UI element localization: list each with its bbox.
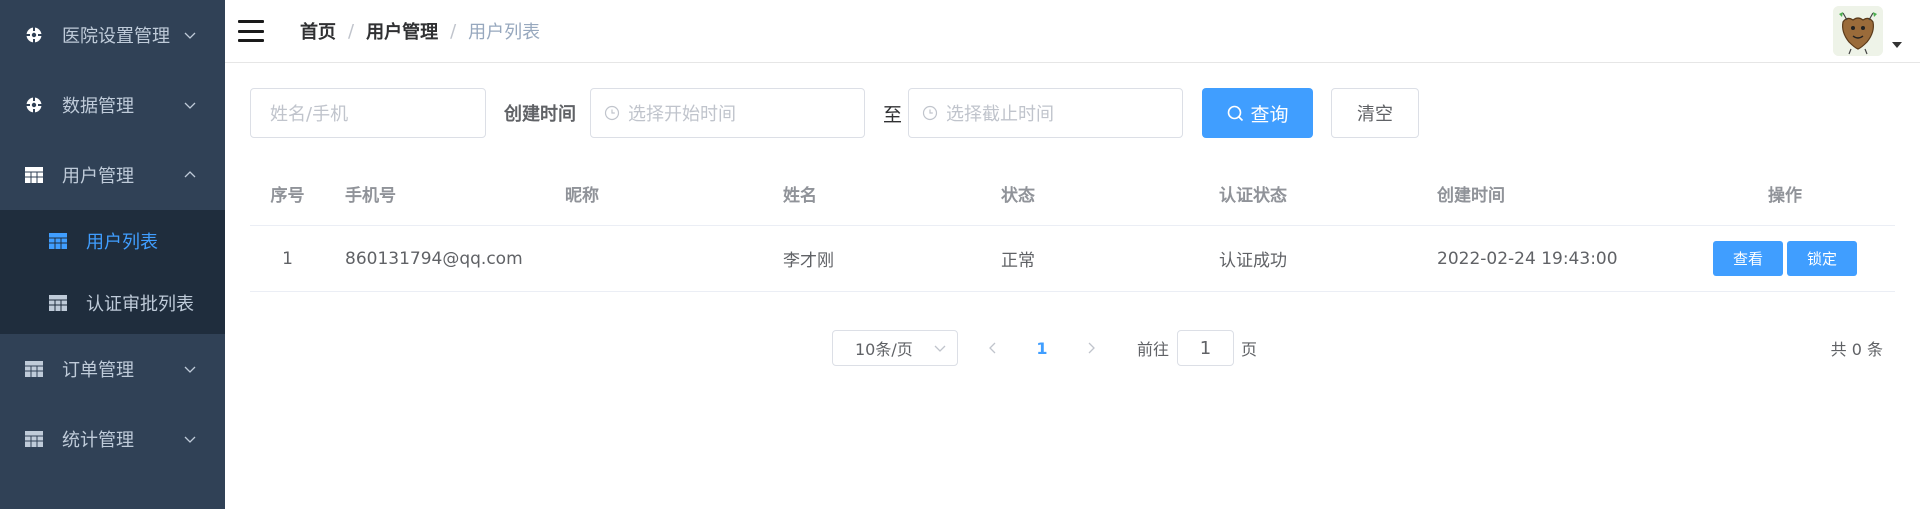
column-header-created: 创建时间: [1437, 185, 1505, 206]
lock-button[interactable]: 锁定: [1787, 241, 1857, 276]
breadcrumb-user-management[interactable]: 用户管理: [366, 18, 438, 44]
table-icon: [48, 293, 68, 313]
name-phone-placeholder: 姓名/手机: [270, 104, 349, 125]
end-time-picker[interactable]: 选择截止时间: [908, 88, 1184, 138]
table-icon: [48, 231, 68, 251]
column-header-index: 序号: [270, 185, 305, 206]
breadcrumb: 首页 / 用户管理 / 用户列表: [300, 18, 540, 44]
breadcrumb-current: 用户列表: [468, 22, 541, 43]
sidebar-item-statistics[interactable]: 统计管理: [0, 404, 225, 474]
navbar: 首页 / 用户管理 / 用户列表: [225, 0, 1920, 63]
table-icon: [24, 165, 44, 185]
column-header-name: 姓名: [783, 185, 817, 206]
caret-down-icon[interactable]: [1892, 42, 1902, 48]
chevron-down-icon: [184, 366, 196, 373]
sidebar-item-label: 用户管理: [62, 166, 134, 187]
table-icon: [24, 359, 44, 379]
goto-page-input[interactable]: 1: [1177, 330, 1235, 366]
cell-auth-status: 认证成功: [1219, 251, 1287, 271]
sidebar-item-auth-approval[interactable]: 认证审批列表: [0, 272, 225, 334]
column-header-status: 状态: [1001, 185, 1035, 206]
table-row: 1 860131794@qq.com 李才刚 正常 认证成功 2022-02-2…: [250, 226, 1895, 292]
table-header: 序号 手机号 昵称 姓名 状态 认证状态 创建时间 操作: [250, 161, 1895, 226]
prev-page-button[interactable]: [978, 330, 1008, 366]
sidebar-item-data[interactable]: 数据管理: [0, 70, 225, 140]
start-time-placeholder: 选择开始时间: [628, 104, 736, 125]
submenu-users: 用户列表 认证审批列表: [0, 210, 225, 334]
column-header-auth-status: 认证状态: [1219, 185, 1287, 206]
user-table: 序号 手机号 昵称 姓名 状态 认证状态 创建时间 操作 1 860131794…: [250, 161, 1895, 292]
column-header-actions: 操作: [1768, 185, 1802, 206]
chevron-right-icon: [1088, 342, 1095, 354]
chevron-down-icon: [184, 32, 196, 39]
target-icon: [24, 95, 44, 115]
chevron-down-icon: [184, 436, 196, 443]
search-icon: [1227, 105, 1243, 121]
breadcrumb-separator: /: [450, 20, 457, 42]
chevron-left-icon: [989, 342, 996, 354]
chevron-down-icon: [934, 345, 946, 352]
view-button[interactable]: 查看: [1713, 241, 1783, 276]
clock-icon: [922, 105, 938, 121]
avatar[interactable]: [1833, 6, 1883, 56]
column-header-phone: 手机号: [345, 185, 396, 206]
to-label: 至: [883, 103, 903, 126]
next-page-button[interactable]: [1076, 330, 1106, 366]
clock-icon: [604, 105, 620, 121]
sidebar-item-label: 数据管理: [62, 96, 134, 117]
page-size-select[interactable]: 10条/页: [832, 330, 958, 366]
sidebar-item-label: 统计管理: [62, 430, 134, 451]
total-count: 共 0 条: [1830, 340, 1883, 359]
goto-label: 前往: [1137, 340, 1170, 359]
sidebar-item-label: 医院设置管理: [62, 26, 170, 47]
sidebar-item-label: 用户列表: [86, 232, 158, 253]
created-time-label: 创建时间: [504, 104, 576, 125]
end-time-placeholder: 选择截止时间: [946, 104, 1055, 125]
page-number[interactable]: 1: [1027, 330, 1057, 366]
sidebar-item-hospital-settings[interactable]: 医院设置管理: [0, 0, 225, 70]
breadcrumb-separator: /: [348, 20, 355, 42]
cell-created: 2022-02-24 19:43:00: [1437, 248, 1618, 269]
page-suffix: 页: [1241, 340, 1258, 359]
target-icon: [24, 25, 44, 45]
main-content: 首页 / 用户管理 / 用户列表 姓名/手机 创建时间 选择开始时间 至 选择截…: [225, 0, 1920, 509]
filter-bar: 姓名/手机 创建时间 选择开始时间 至 选择截止时间 查询 清空: [250, 88, 1420, 138]
clear-button[interactable]: 清空: [1331, 88, 1420, 138]
name-phone-input[interactable]: 姓名/手机: [250, 88, 486, 138]
sidebar-item-orders[interactable]: 订单管理: [0, 334, 225, 404]
cell-status: 正常: [1001, 251, 1035, 271]
user-menu[interactable]: [1833, 6, 1902, 56]
sidebar-item-label: 订单管理: [62, 360, 134, 381]
cell-index: 1: [282, 248, 293, 269]
pagination: 10条/页 1 前往 1 页: [832, 330, 1257, 366]
sidebar-item-users[interactable]: 用户管理: [0, 140, 225, 210]
sidebar: 医院设置管理 数据管理 用户管理 用户列表 认证审批列表 订单管理 统计管理: [0, 0, 225, 509]
sidebar-item-label: 认证审批列表: [86, 294, 194, 315]
cell-actions: 查看 锁定: [1675, 241, 1895, 276]
query-button[interactable]: 查询: [1202, 88, 1314, 138]
start-time-picker[interactable]: 选择开始时间: [590, 88, 865, 138]
column-header-nickname: 昵称: [565, 185, 599, 206]
table-icon: [24, 429, 44, 449]
hamburger-icon[interactable]: [238, 20, 264, 42]
query-button-label: 查询: [1250, 103, 1289, 126]
chevron-up-icon: [184, 171, 196, 178]
goto-page: 前往 1 页: [1137, 330, 1257, 366]
cell-name: 李才刚: [783, 251, 834, 271]
sidebar-item-user-list[interactable]: 用户列表: [0, 210, 225, 272]
cell-phone: 860131794@qq.com: [345, 248, 523, 269]
chevron-down-icon: [184, 102, 196, 109]
breadcrumb-home[interactable]: 首页: [300, 18, 336, 44]
clear-button-label: 清空: [1357, 104, 1394, 125]
page-size-value: 10条/页: [855, 340, 913, 359]
